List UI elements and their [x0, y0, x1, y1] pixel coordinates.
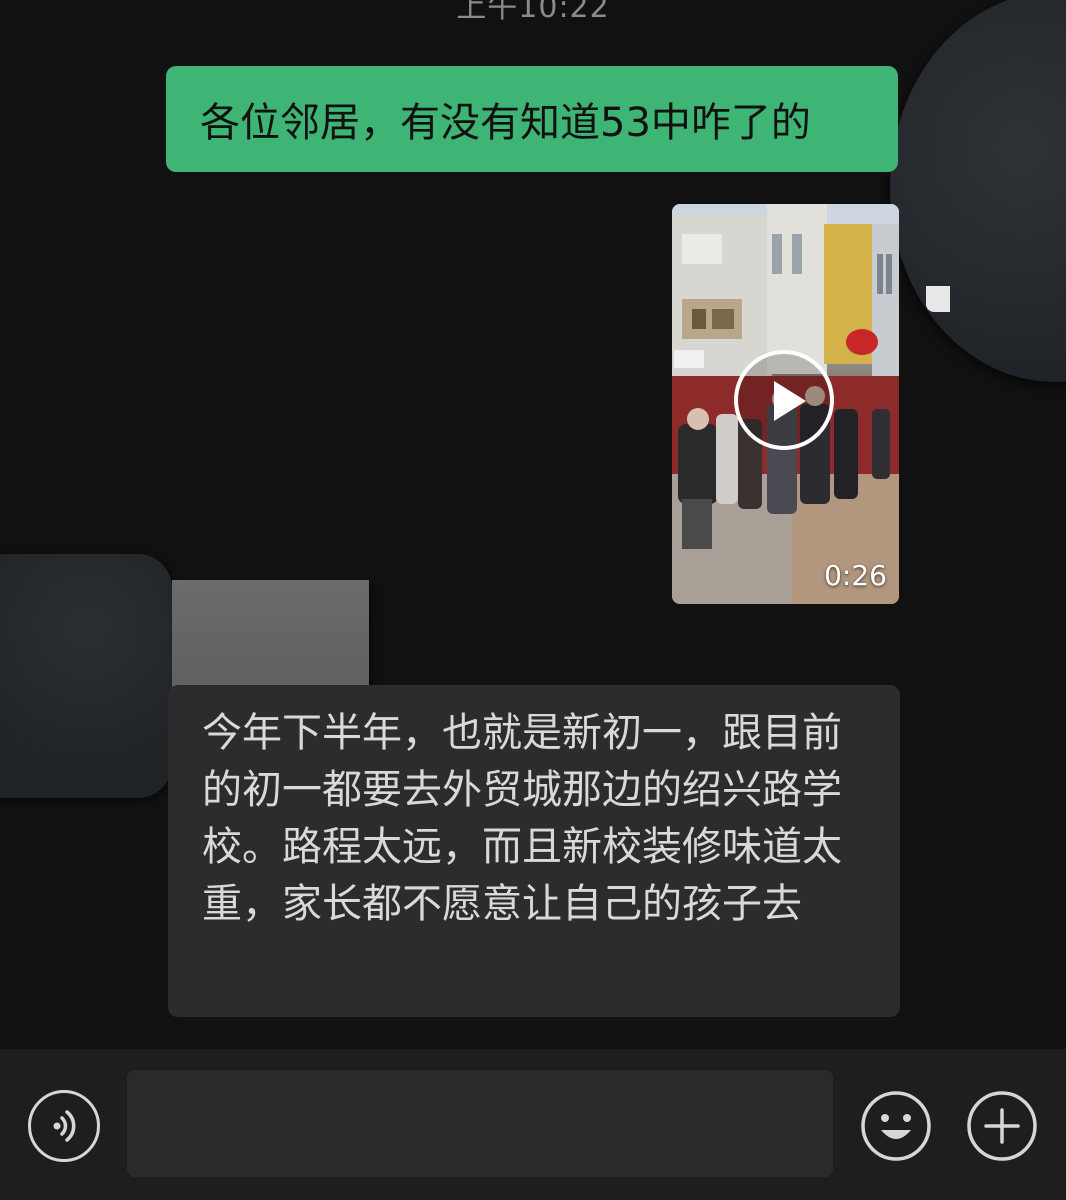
voice-button[interactable] — [28, 1090, 100, 1162]
emoji-icon — [861, 1091, 931, 1161]
outgoing-message-bubble[interactable]: 各位邻居，有没有知道53中咋了的 — [166, 66, 898, 172]
plus-icon — [967, 1091, 1037, 1161]
message-timestamp: 上午10:22 — [456, 0, 610, 25]
incoming-message-text: 今年下半年，也就是新初一，跟目前的初一都要去外贸城那边的绍兴路学校。路程太远，而… — [202, 710, 842, 927]
incoming-message-bubble[interactable]: 今年下半年，也就是新初一，跟目前的初一都要去外贸城那边的绍兴路学校。路程太远，而… — [168, 685, 900, 1017]
chat-screen: 上午10:22 各位邻居，有没有知道53中咋了的 0:26 今年下半年，也就是新… — [0, 0, 1066, 1200]
avatar-edge — [926, 286, 950, 312]
emoji-button[interactable] — [860, 1090, 932, 1162]
voice-icon — [53, 1110, 76, 1142]
video-duration: 0:26 — [824, 559, 887, 592]
sender-avatar[interactable] — [0, 554, 172, 798]
play-button[interactable] — [734, 350, 834, 450]
message-input[interactable] — [127, 1070, 833, 1177]
play-icon — [774, 381, 806, 421]
more-button[interactable] — [966, 1090, 1038, 1162]
video-message[interactable]: 0:26 — [672, 204, 899, 604]
outgoing-message-text: 各位邻居，有没有知道53中咋了的 — [200, 100, 811, 146]
redacted-sender-name — [172, 580, 369, 698]
avatar[interactable] — [890, 0, 1066, 382]
